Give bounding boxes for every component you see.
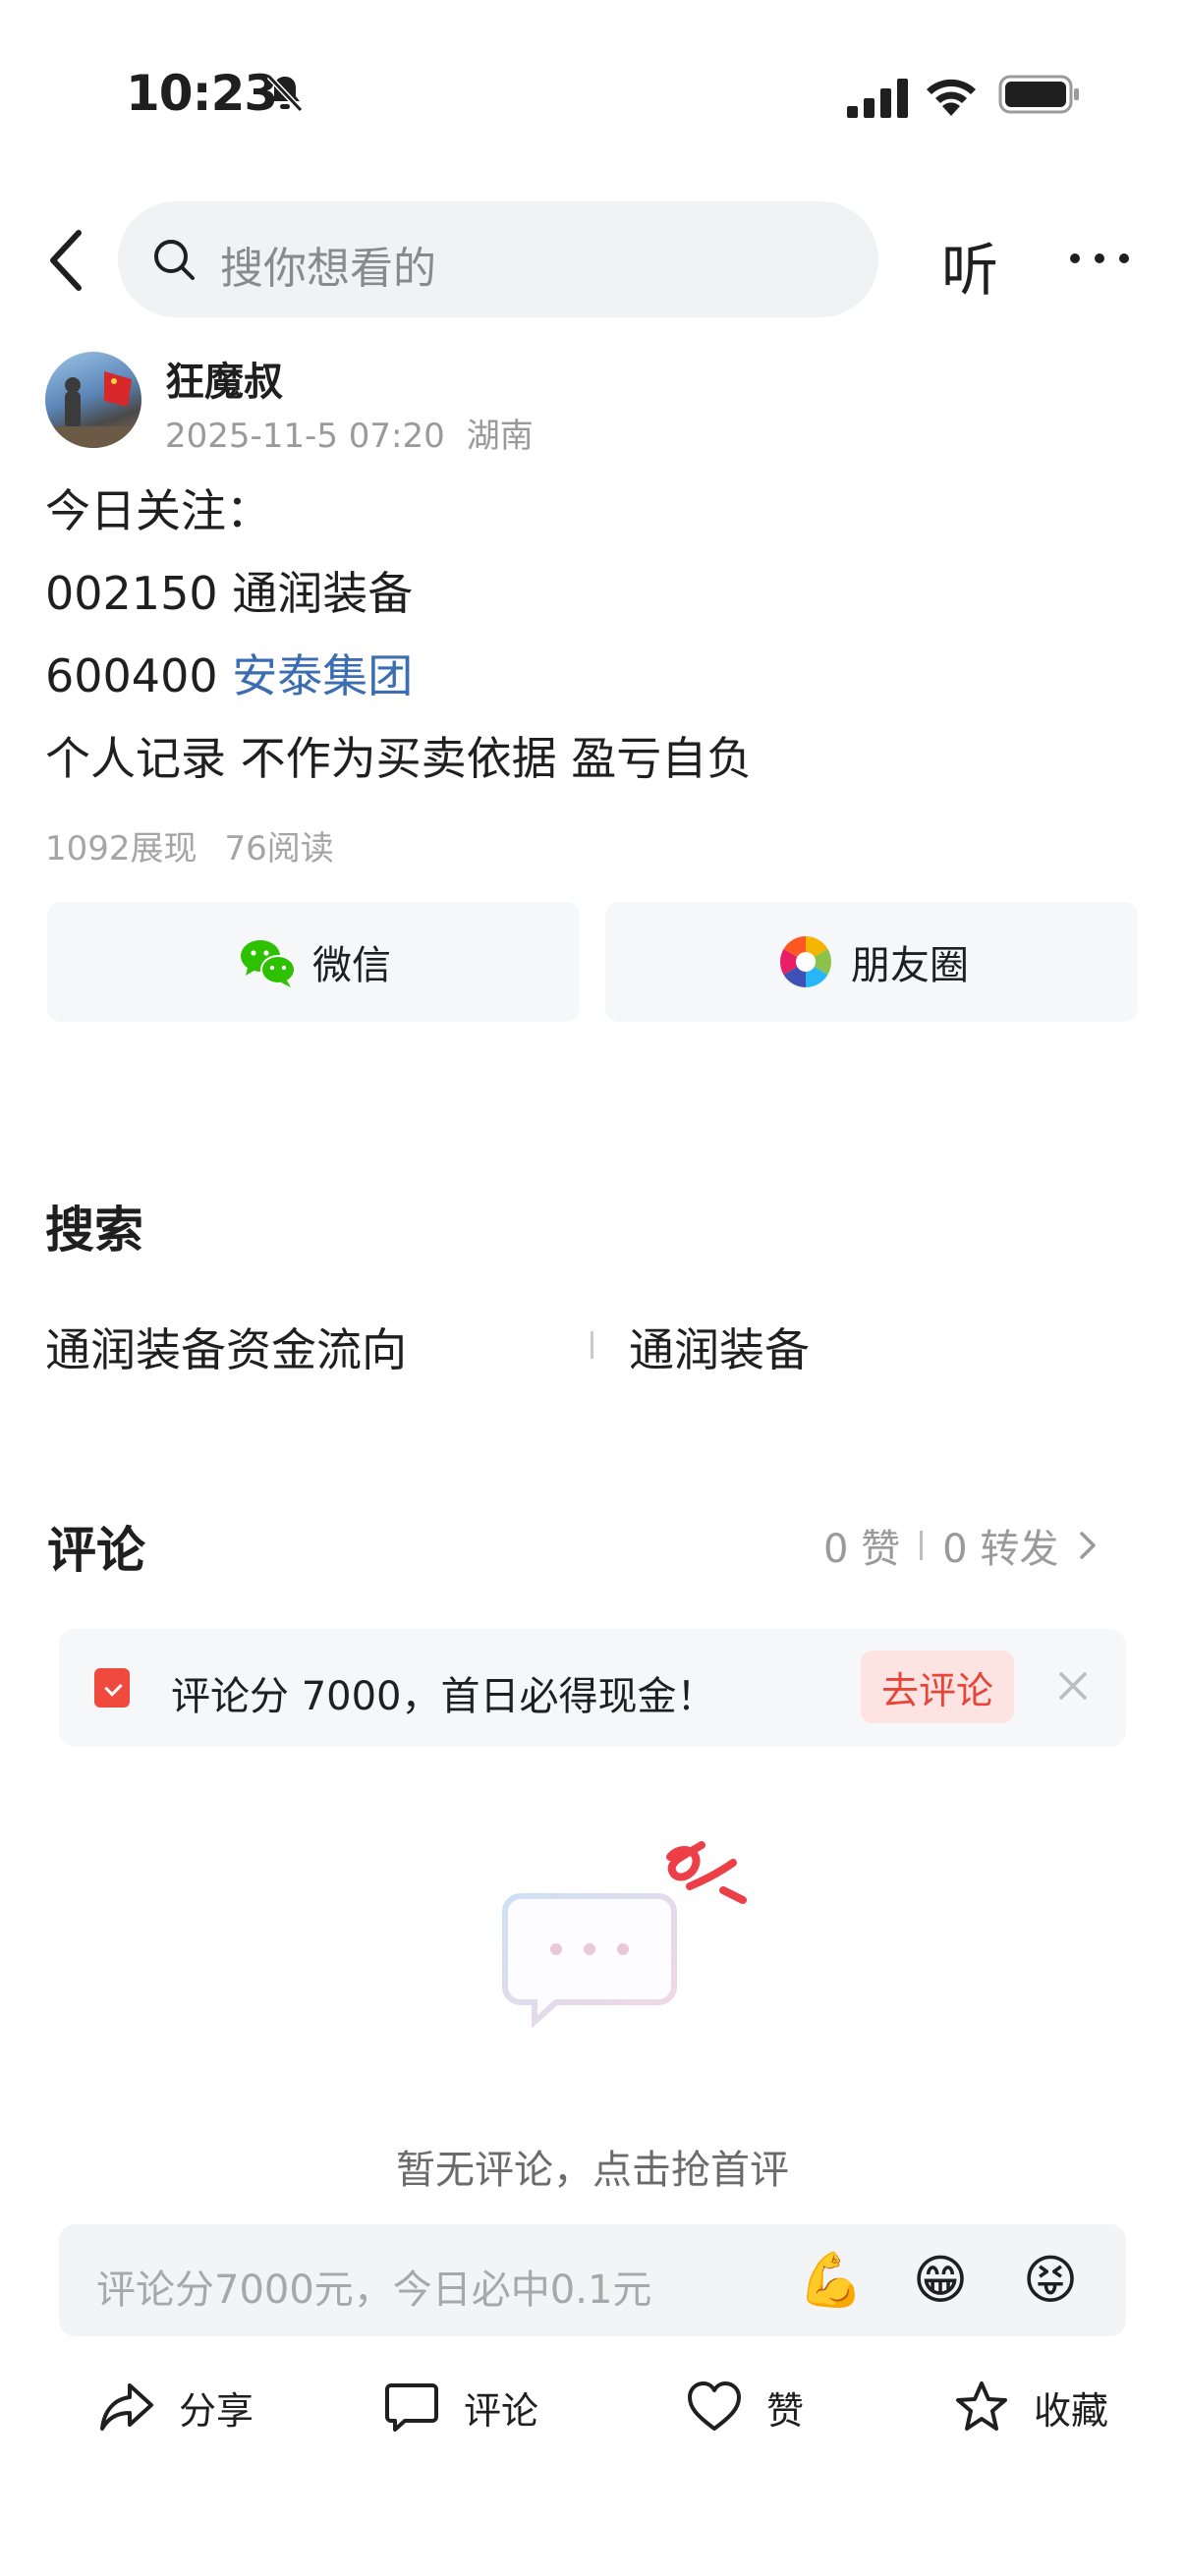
reads-count: 76阅读 (224, 829, 334, 868)
likes-count: 0 赞 (823, 1527, 901, 1572)
go-comment-button[interactable]: 去评论 (861, 1651, 1014, 1723)
stats-divider (920, 1531, 924, 1560)
star-icon (956, 2381, 1007, 2431)
post-line-3: 600400 安泰集团 (45, 641, 413, 705)
post-location: 湖南 (466, 417, 534, 456)
promo-text: 评论分 7000，首日必得现金！ (171, 1674, 716, 1719)
emoji-muscle[interactable]: 💪 (798, 2248, 864, 2313)
search-suggestion-1[interactable]: 通润装备资金流向 (45, 1315, 407, 1379)
stock-code: 600400 (45, 649, 233, 702)
post-meta: 2025-11-5 07:20 湖南 (165, 409, 555, 457)
signal-icon (847, 79, 908, 118)
back-arrow-icon[interactable] (39, 221, 98, 300)
listen-button[interactable]: 听 (941, 224, 998, 307)
like-label: 赞 (766, 2388, 805, 2433)
search-suggestion-2[interactable]: 通润装备 (629, 1315, 810, 1379)
share-button[interactable]: 分享 (98, 2378, 254, 2436)
views-count: 1092展现 (45, 829, 198, 868)
wechat-icon (241, 940, 296, 987)
like-button[interactable]: 赞 (686, 2378, 804, 2436)
empty-comments-illustration (502, 1841, 747, 2029)
close-icon[interactable] (1053, 1666, 1093, 1706)
author-name[interactable]: 狂魔叔 (165, 350, 283, 407)
comment-button[interactable]: 评论 (383, 2378, 538, 2436)
comments-stats[interactable]: 0 赞 0 转发 (823, 1517, 1101, 1574)
comment-input-placeholder: 评论分7000元，今日必中0.1元 (96, 2268, 652, 2313)
share-label: 分享 (179, 2388, 254, 2433)
share-icon (100, 2383, 153, 2431)
heart-icon (688, 2381, 741, 2431)
post-line-1: 今日关注： (45, 484, 271, 537)
avatar[interactable] (45, 352, 141, 448)
favorite-label: 收藏 (1034, 2388, 1109, 2433)
stock-link[interactable]: 安泰集团 (232, 649, 413, 702)
emoji-grin[interactable]: 😁 (908, 2248, 973, 2313)
share-wechat-label: 微信 (312, 943, 391, 988)
empty-comments-text[interactable]: 暂无评论，点击抢首评 (0, 2138, 1185, 2195)
search-icon (154, 240, 195, 280)
search-bar[interactable]: 搜你想看的 (118, 201, 878, 317)
post-line-4: 个人记录 不作为买卖依据 盈亏自负 (45, 732, 753, 785)
more-icon[interactable] (1067, 251, 1132, 266)
search-section-title: 搜索 (45, 1202, 143, 1259)
forwards-count: 0 转发 (942, 1527, 1059, 1572)
share-moments-button[interactable]: 朋友圈 (605, 902, 1138, 1022)
search-placeholder: 搜你想看的 (220, 244, 436, 294)
moments-icon (780, 936, 831, 987)
post-stats: 1092展现 76阅读 (45, 821, 362, 869)
comment-label: 评论 (464, 2388, 539, 2433)
comment-icon (385, 2383, 438, 2432)
comments-title: 评论 (47, 1522, 145, 1579)
battery-icon (998, 75, 1079, 114)
comment-promo-banner: 评论分 7000，首日必得现金！ 去评论 (59, 1629, 1126, 1747)
status-time: 10:23 (126, 65, 278, 122)
wifi-icon (927, 79, 976, 116)
favorite-button[interactable]: 收藏 (953, 2378, 1108, 2436)
comment-input[interactable]: 评论分7000元，今日必中0.1元 💪 😁 😝 (59, 2224, 1126, 2336)
emoji-laugh[interactable]: 😝 (1018, 2248, 1083, 2313)
post-date: 2025-11-5 07:20 (165, 417, 445, 456)
red-packet-icon (94, 1668, 130, 1708)
chevron-right-icon (1080, 1532, 1097, 1559)
share-wechat-button[interactable]: 微信 (47, 902, 580, 1022)
search-divider (591, 1331, 593, 1359)
bell-muted-icon (266, 74, 304, 113)
share-moments-label: 朋友圈 (851, 943, 969, 988)
post-line-2: 002150 通润装备 (45, 567, 414, 620)
